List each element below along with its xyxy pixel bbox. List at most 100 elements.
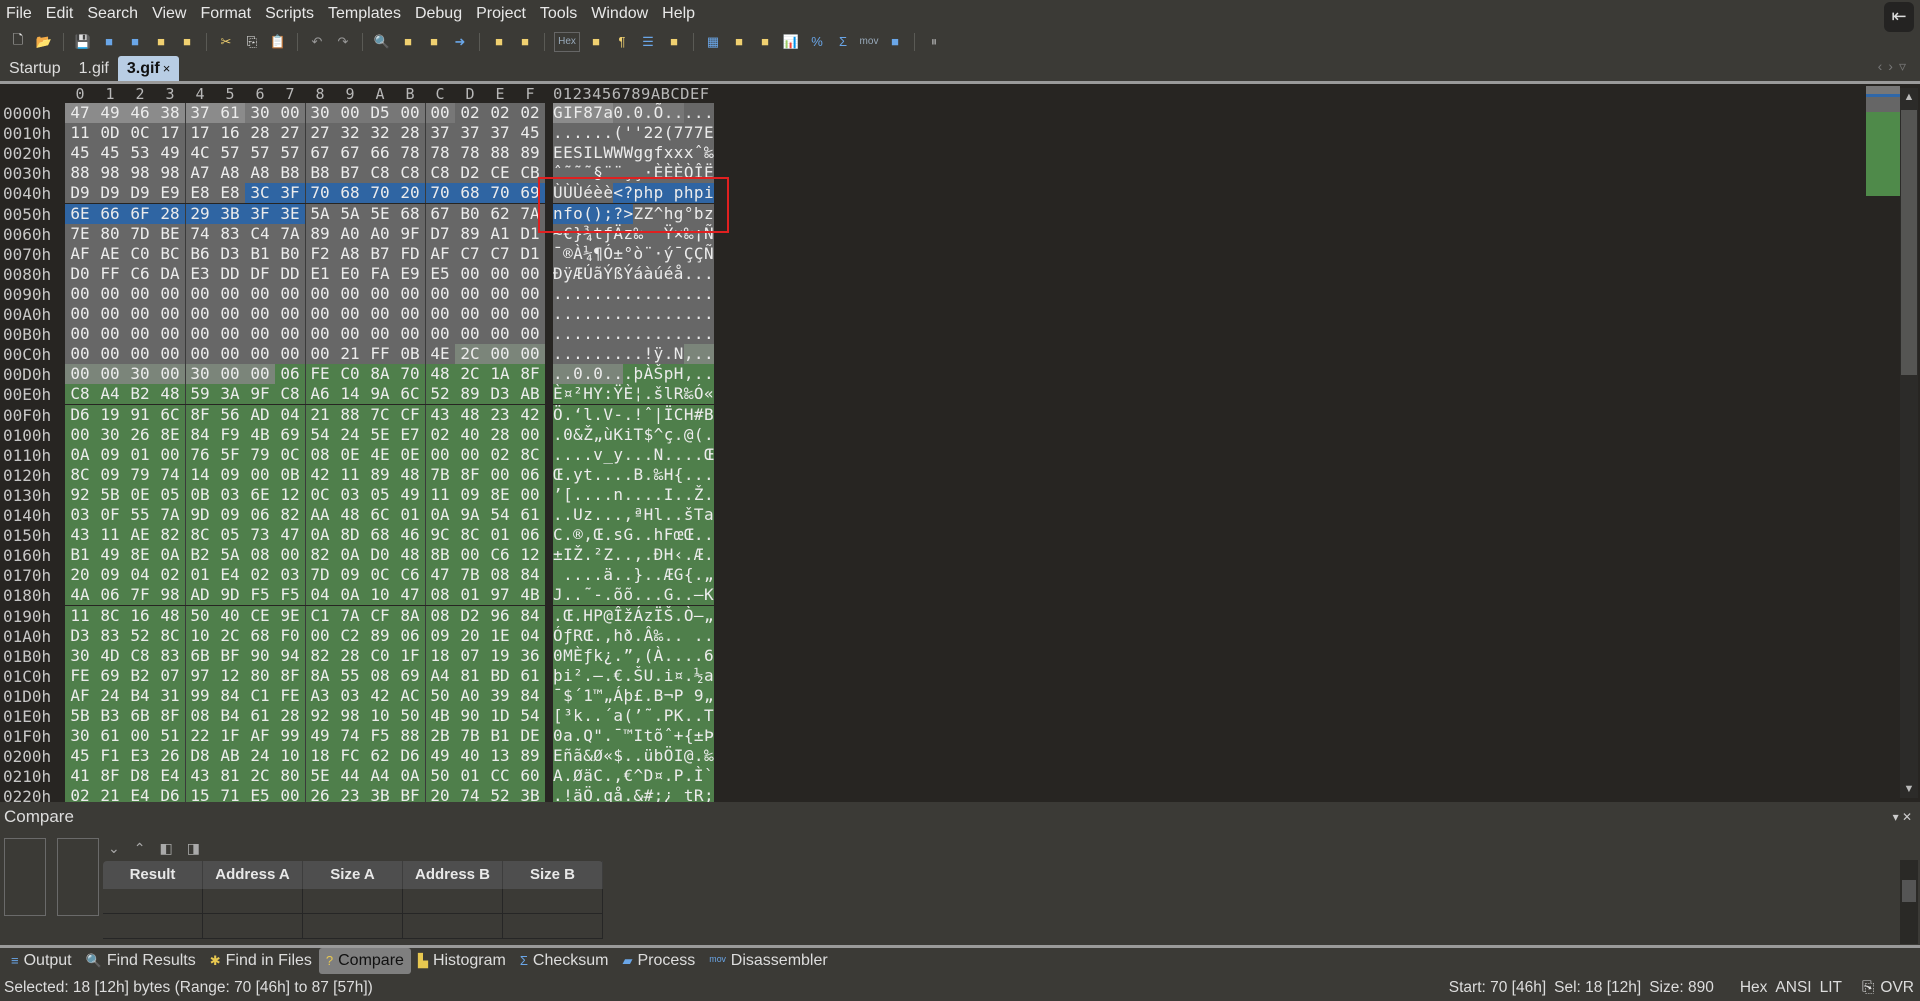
hex-byte[interactable]: 0B [395, 344, 425, 365]
ascii-text[interactable]: ¯®À¼¶Ó±°ò¨·ý¯ÇÇÑ [553, 244, 723, 264]
cut-icon[interactable]: ✂ [216, 32, 236, 52]
hex-byte[interactable]: 09 [215, 505, 245, 525]
hex-byte[interactable]: 67 [425, 203, 455, 224]
hex-byte[interactable]: 24 [95, 685, 125, 706]
hex-byte[interactable]: 00 [395, 324, 425, 345]
hex-byte[interactable]: 6C [365, 505, 395, 525]
hex-byte[interactable]: 42 [365, 685, 395, 706]
hex-byte[interactable]: 06 [275, 364, 305, 385]
hex-byte[interactable]: C8 [395, 163, 425, 184]
hex-byte[interactable]: A3 [305, 685, 335, 706]
hex-byte[interactable]: 00 [335, 103, 365, 123]
hex-byte[interactable]: 30 [95, 424, 125, 445]
hex-byte[interactable]: C7 [455, 243, 485, 264]
hex-row[interactable]: 0170h 20 09 04 02 01 E4 02 03 7D 09 0C C6 47 7B 08 84 ..… [0, 565, 723, 586]
hex-byte[interactable]: 02 [65, 786, 95, 802]
hex-byte[interactable]: 00 [275, 103, 305, 123]
hex-byte[interactable]: 3B [365, 786, 395, 802]
hex-row[interactable]: 0100h 00 30 26 8E 84 F9 4B 69 54 24 5E E7 02 40 28 00.0&… [0, 424, 720, 445]
hex-byte[interactable]: 81 [455, 665, 485, 686]
hex-byte[interactable]: 1D [485, 706, 515, 726]
hex-mode-icon[interactable]: Hex [554, 31, 580, 52]
column-header-size-a[interactable]: Size A [303, 861, 403, 889]
hex-byte[interactable]: 30 [125, 364, 155, 385]
collapse-panel-icon[interactable]: ⇤ [1884, 2, 1914, 32]
ascii-text[interactable]: ................ [553, 284, 723, 304]
hex-byte[interactable]: 00 [455, 324, 485, 345]
hex-byte[interactable]: 6E [245, 484, 275, 505]
panel-menu-icon[interactable]: ▾ [1893, 810, 1899, 824]
hex-byte[interactable]: 48 [335, 505, 365, 525]
hex-byte[interactable]: 42 [305, 464, 335, 485]
hex-byte[interactable]: C0 [365, 645, 395, 666]
hex-byte[interactable]: F1 [95, 746, 125, 767]
hex-byte[interactable]: D9 [65, 183, 95, 204]
hex-byte[interactable]: 9F [245, 384, 275, 405]
hex-row[interactable]: 01A0h D3 83 52 8C 10 2C 68 F0 00 C2 89 06 09 20 1E 04 ÓƒR… [0, 625, 720, 646]
hex-byte[interactable]: 00 [125, 324, 155, 345]
hex-byte[interactable]: 4C [185, 143, 215, 164]
inspector-icon[interactable]: ■ [729, 32, 749, 52]
ascii-text[interactable]: ±IŽ.²Z..‚.ÐH‹.Æ. [553, 545, 723, 565]
hex-byte[interactable]: 16 [125, 605, 155, 626]
hex-byte[interactable]: 46 [125, 103, 155, 123]
hex-byte[interactable]: C8 [275, 384, 305, 405]
hex-byte[interactable]: 41 [65, 766, 95, 787]
hex-byte[interactable]: 30 [185, 364, 215, 385]
hex-byte[interactable]: D1 [515, 243, 545, 264]
hex-byte[interactable]: 59 [185, 384, 215, 405]
hex-row[interactable]: 00E0h C8 A4 B2 48 59 3A 9F C8 A6 14 9A 6C 52 89 D3 AB È¤²… [0, 384, 723, 405]
hex-row[interactable]: 01F0h 30 61 00 51 22 1F AF 99 49 74 F5 88 2B 7B B1 DE 0a.… [0, 726, 720, 747]
hex-byte[interactable]: 00 [425, 444, 455, 465]
hex-byte[interactable]: 81 [215, 766, 245, 787]
hex-byte[interactable]: 10 [365, 585, 395, 606]
hex-byte[interactable]: 01 [455, 585, 485, 606]
hex-byte[interactable]: 98 [155, 585, 185, 606]
hex-byte[interactable]: A1 [485, 223, 515, 244]
hex-byte[interactable]: 00 [65, 364, 95, 385]
hex-byte[interactable]: 50 [185, 605, 215, 626]
hex-byte[interactable]: DA [155, 263, 185, 284]
hex-byte[interactable]: 8F [275, 665, 305, 686]
hex-byte[interactable]: AF [425, 243, 455, 264]
hex-byte[interactable]: 8E [155, 424, 185, 445]
hex-byte[interactable]: BF [395, 786, 425, 802]
menu-debug[interactable]: Debug [415, 5, 462, 23]
hex-byte[interactable]: 96 [485, 605, 515, 626]
undo-icon[interactable]: ↶ [307, 32, 327, 52]
hex-byte[interactable]: 61 [245, 706, 275, 726]
hex-byte[interactable]: D5 [365, 103, 395, 123]
ascii-text[interactable]: È¤²HY:ŸÈ¦.šlR‰Ó« [553, 384, 723, 404]
hex-byte[interactable]: 00 [245, 324, 275, 345]
bottom-tab-find-results[interactable]: 🔍 Find Results [79, 948, 203, 974]
hex-byte[interactable]: 00 [365, 324, 395, 345]
hex-byte[interactable]: DD [215, 263, 245, 284]
table-row[interactable] [103, 914, 603, 939]
hex-byte[interactable]: 30 [305, 103, 335, 123]
ascii-text[interactable]: ................ [553, 324, 723, 344]
ascii-text[interactable]: ..0.0...þÀŠpH,.. [553, 364, 723, 384]
ascii-text[interactable]: EESILWWWggfxxxˆ‰ [553, 143, 723, 163]
hex-byte[interactable]: 15 [185, 786, 215, 802]
hex-byte[interactable]: 3A [215, 384, 245, 405]
hex-byte[interactable]: 57 [245, 143, 275, 164]
hex-byte[interactable]: 0E [395, 444, 425, 465]
hex-byte[interactable]: 6B [185, 645, 215, 666]
hex-byte[interactable]: 8A [395, 605, 425, 626]
ascii-text[interactable]: ....ä..}..ÆG{.„ [553, 565, 723, 585]
hex-row[interactable]: 0010h 11 0D 0C 17 17 16 28 27 27 32 32 28 37 37 37 45...… [0, 123, 720, 144]
tab-list-icon[interactable]: ▿ [1899, 58, 1912, 74]
hex-byte[interactable]: 20 [425, 786, 455, 802]
hex-byte[interactable]: 82 [155, 525, 185, 546]
hex-byte[interactable]: 2C [215, 625, 245, 646]
hex-byte[interactable]: D3 [65, 625, 95, 646]
hex-byte[interactable]: 00 [215, 344, 245, 365]
hex-byte[interactable]: D0 [365, 545, 395, 566]
hex-byte[interactable]: 19 [95, 404, 125, 425]
hex-byte[interactable]: 43 [185, 766, 215, 787]
hex-byte[interactable]: 0E [335, 444, 365, 465]
hex-byte[interactable]: 70 [425, 183, 455, 204]
hex-byte[interactable]: 00 [515, 263, 545, 284]
hex-byte[interactable]: 37 [485, 123, 515, 144]
hex-byte[interactable]: 32 [335, 123, 365, 144]
